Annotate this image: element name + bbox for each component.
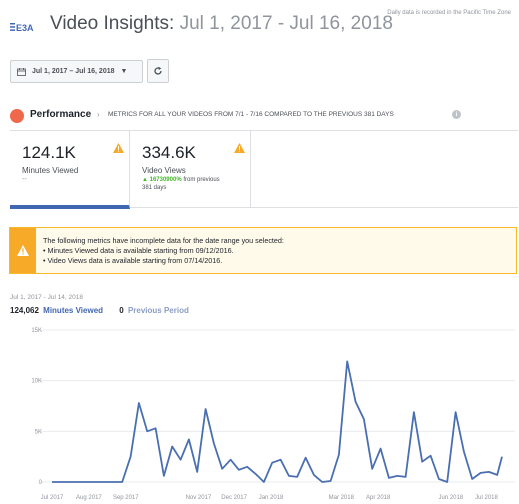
warning-icon [113,143,124,153]
metric-label: Video Views [142,166,186,175]
refresh-button[interactable] [147,59,169,83]
date-range-label: Jul 1, 2017 – Jul 16, 2018 [32,68,115,75]
alert-strip [10,228,36,273]
performance-title: Performance [30,109,92,120]
legend-value-previous-period: 0 [119,306,124,315]
performance-description: METRICS FOR ALL YOUR VIDEOS FROM 7/1 - 7… [108,111,394,118]
x-tick-label: Jul 2018 [475,495,498,501]
incomplete-data-alert: The following metrics have incomplete da… [9,227,517,274]
metric-cards: 124.1K Minutes Viewed -- 334.6K Video Vi… [10,130,518,209]
x-tick-label: Jun 2018 [438,495,463,501]
arrow-up-icon: ▲ [142,177,148,183]
metric-change-days: 381 days [142,185,167,191]
caret-down-icon: ▼ [120,68,128,75]
page-title: Video Insights: Jul 1, 2017 - Jul 16, 20… [50,13,393,35]
y-tick-label: 0 [39,480,43,486]
metric-card-video-views[interactable]: 334.6K Video Views ▲ 16730900% from prev… [130,131,251,208]
x-tick-label: Nov 2017 [186,495,212,501]
info-icon[interactable]: i [452,110,461,119]
legend-series-previous-period[interactable]: Previous Period [128,306,189,315]
x-tick-label: Sep 2017 [113,495,139,501]
date-range-dropdown[interactable]: Jul 1, 2017 – Jul 16, 2018 ▼ [10,60,143,83]
brand-logo: E3A [10,23,34,33]
metric-value: 334.6K [142,143,196,162]
alert-line: • Video Views data is available starting… [43,256,223,265]
y-tick-label: 15K [31,328,42,334]
minutes-viewed-chart: 15K 10K 5K 0 Jul 2017 Aug 2017 Sep 2017 Nov 201… [31,328,515,501]
calendar-icon [17,67,26,76]
alert-text: The following metrics have incomplete da… [43,236,284,266]
metric-value: 124.1K [22,143,76,162]
chart-legend: 124,062 Minutes Viewed 0 Previous Period [10,306,189,315]
legend-value-minutes-viewed: 124,062 [10,306,39,315]
metric-change: ▲ 16730900% from previous [142,177,220,183]
series-line-minutes-viewed [52,360,503,483]
metric-change-value: 16730900% [149,177,182,183]
warning-icon [234,143,245,153]
chart-date-range: Jul 1, 2017 - Jul 14, 2018 [10,294,83,301]
x-tick-label: Jan 2018 [259,495,284,501]
metric-card-minutes-viewed[interactable]: 124.1K Minutes Viewed -- [10,131,130,209]
metric-subtext: -- [22,176,27,183]
performance-icon [10,109,24,123]
alert-line: • Minutes Viewed data is available start… [43,246,234,255]
warning-icon [17,245,29,256]
x-tick-label: Jul 2017 [41,495,64,501]
y-tick-label: 5K [35,429,42,435]
x-tick-label: Aug 2017 [76,495,102,501]
timezone-note: Daily data is recorded in the Pacific Ti… [387,10,511,16]
chevron-right-icon: › [97,110,100,119]
x-tick-label: Dec 2017 [221,495,247,501]
x-tick-label: Mar 2018 [329,495,355,501]
alert-line: The following metrics have incomplete da… [43,236,284,245]
page-title-text: Video Insights: [50,13,175,34]
x-tick-label: Apr 2018 [366,495,391,501]
legend-series-minutes-viewed[interactable]: Minutes Viewed [43,306,103,315]
metric-change-suffix: from previous [183,177,220,183]
svg-text:E3A: E3A [16,23,34,33]
page-title-range: Jul 1, 2017 - Jul 16, 2018 [179,13,393,34]
metric-label: Minutes Viewed [22,166,79,175]
refresh-icon [154,66,162,75]
y-tick-label: 10K [31,379,42,385]
